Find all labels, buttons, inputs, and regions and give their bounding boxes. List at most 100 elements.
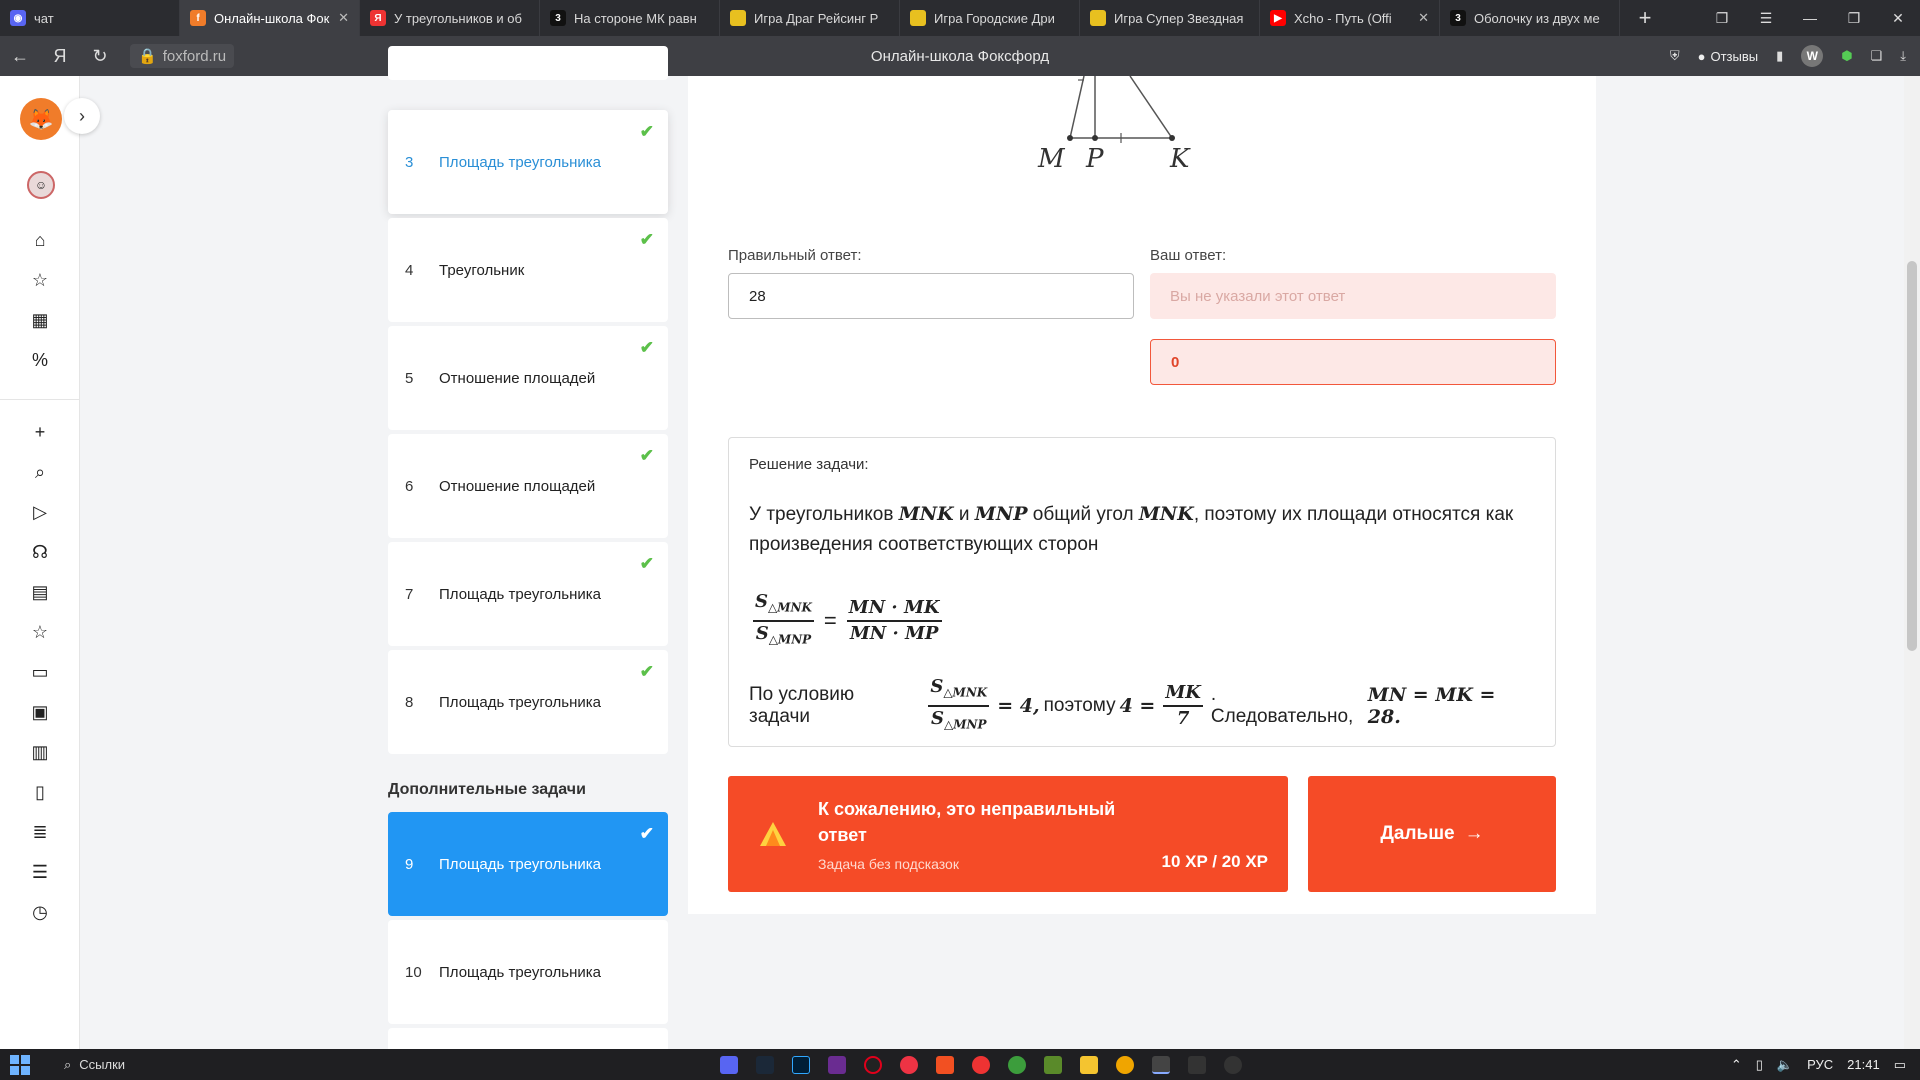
tab-yandex-search[interactable]: Я У треугольников и об [360,0,540,36]
math: △MNP [768,632,812,647]
minimize-icon[interactable]: — [1788,0,1832,36]
task-card-9[interactable]: 9 Площадь треугольника ✔ [388,812,668,916]
reviews-label: Отзывы [1710,48,1759,64]
task-card-5[interactable]: 5 Отношение площадей ✔ [388,326,668,430]
task-card-3[interactable]: 3 Площадь треугольника ✔ [388,110,668,214]
calendar-icon[interactable]: ▦ [27,307,53,333]
address-bar: ← Я ↻ 🔒 foxford.ru Онлайн-школа Фоксфорд… [0,36,1920,76]
tab-game-1[interactable]: Игра Драг Рейсинг Р [720,0,900,36]
discord-app-icon[interactable] [720,1055,738,1074]
close-tab-icon[interactable]: ✕ [1418,10,1429,26]
settings-app-icon[interactable] [1224,1055,1242,1074]
document-icon[interactable]: ≣ [27,819,53,845]
notebook-icon[interactable]: ▯ [27,779,53,805]
window-controls: ❐ ☰ — ❐ ✕ [1700,0,1920,36]
app-icon[interactable] [1008,1055,1026,1074]
math: MK [1163,681,1203,707]
reload-icon[interactable]: ↻ [80,36,120,76]
next-button[interactable]: Дальше → [1308,776,1556,892]
home-icon[interactable]: ⌂ [27,227,53,253]
app-icon[interactable] [936,1055,954,1074]
close-tab-icon[interactable]: ✕ [338,10,349,26]
opera-app-icon[interactable] [864,1055,882,1074]
game-icon [1090,10,1106,26]
tab-label: Xcho - Путь (Offi [1294,10,1392,26]
correct-answer-value: 28 [749,287,766,305]
bookmark-icon[interactable]: ▮ [1776,48,1783,64]
favorite-icon[interactable]: ☆ [27,619,53,645]
foxford-logo[interactable]: 🦊 [20,98,62,140]
math: 4 = [1119,694,1156,717]
yandex-browser-app-icon[interactable] [1152,1055,1170,1074]
back-icon[interactable]: ← [0,36,40,76]
task-card-8[interactable]: 8 Площадь треугольника ✔ [388,650,668,754]
tab-discord[interactable]: ◉ чат [0,0,180,36]
task-card-4[interactable]: 4 Треугольник ✔ [388,218,668,322]
clock[interactable]: 21:41 [1847,1057,1880,1072]
play-icon[interactable]: ▷ [27,499,53,525]
folder-app-icon[interactable] [1080,1055,1098,1074]
yandex-home-icon[interactable]: Я [40,36,80,76]
minecraft-app-icon[interactable] [1044,1055,1062,1074]
clock-icon[interactable]: ◷ [27,899,53,925]
battery-icon[interactable]: ▯ [1756,1057,1763,1073]
board-icon[interactable]: ▤ [27,579,53,605]
tab-foxford[interactable]: f Онлайн-школа Фок ✕ [180,0,360,36]
start-button[interactable] [0,1049,40,1080]
book-icon[interactable]: ▣ [27,699,53,725]
yandex-app-icon[interactable] [972,1055,990,1074]
reviews-button[interactable]: ● Отзывы [1698,49,1758,64]
scrollbar-thumb[interactable] [1907,261,1917,651]
your-answer-label: Ваш ответ: [1150,247,1227,264]
tab-game-3[interactable]: Игра Супер Звездная [1080,0,1260,36]
photoshop-app-icon[interactable] [792,1055,810,1074]
task-list: 3 Площадь треугольника ✔ 4 Треугольник ✔… [388,46,668,1058]
task-card-10[interactable]: 10 Площадь треугольника [388,920,668,1024]
plus-icon[interactable]: + [27,419,53,445]
taskbar-search[interactable]: ⌕ Ссылки [64,1057,125,1073]
task-card-partial[interactable] [388,46,668,80]
collections-icon[interactable]: ❏ [1871,48,1883,64]
result-banner: К сожалению, это неправильный ответ Зада… [728,776,1288,892]
maximize-icon[interactable]: ❐ [1832,0,1876,36]
area-ratio-formula: S△MNK S△MNP = MN · MK MN · MP [749,590,1535,651]
page-scrollbar[interactable] [1904,76,1920,1049]
game-app-icon[interactable] [828,1055,846,1074]
tab-game-2[interactable]: Игра Городские Дри [900,0,1080,36]
search-icon[interactable]: ⌕ [27,459,53,485]
download-icon[interactable]: ⤓ [1900,48,1906,64]
schedule-icon[interactable]: ▥ [27,739,53,765]
new-tab-button[interactable]: + [1630,3,1660,33]
language-indicator[interactable]: РУС [1807,1057,1833,1072]
protect-icon[interactable]: ⛨ [1670,48,1680,64]
app-icon[interactable] [1188,1055,1206,1074]
task-card-6[interactable]: 6 Отношение площадей ✔ [388,434,668,538]
close-window-icon[interactable]: ✕ [1876,0,1920,36]
menu-icon[interactable]: ☰ [1744,0,1788,36]
percent-icon[interactable]: % [27,347,53,373]
steam-app-icon[interactable] [756,1055,774,1074]
headphones-icon[interactable]: ☊ [27,539,53,565]
chevron-up-icon[interactable]: ⌃ [1731,1057,1742,1073]
url-field[interactable]: 🔒 foxford.ru [130,44,235,68]
list-icon[interactable]: ☰ [27,859,53,885]
task-number: 3 [405,153,414,171]
speaker-icon[interactable]: 🔈 [1777,1057,1793,1073]
task-card-7[interactable]: 7 Площадь треугольника ✔ [388,542,668,646]
shield-icon[interactable]: ⬢ [1841,48,1852,64]
tab-znanija-2[interactable]: 3 Оболочку из двух ме [1440,0,1620,36]
tab-youtube[interactable]: ▶ Xcho - Путь (Offi ✕ [1260,0,1440,36]
notifications-icon[interactable]: ▭ [1894,1057,1906,1073]
tab-list-icon[interactable]: ❐ [1700,0,1744,36]
star-icon[interactable]: ☆ [27,267,53,293]
avatar[interactable]: ☺ [27,171,55,199]
app-icon[interactable] [900,1055,918,1074]
text: и [953,504,975,525]
app-icon[interactable] [1116,1055,1134,1074]
tab-label: Онлайн-школа Фок [214,10,330,26]
expand-sidebar-button[interactable]: › [64,98,100,134]
extension-w-icon[interactable]: W [1801,45,1824,67]
app-sidebar: 🦊 › ☺ ⌂ ☆ ▦ % + ⌕ ▷ ☊ ▤ ☆ ▭ ▣ ▥ ▯ ≣ ☰ ◷ [0,76,100,1049]
shop-icon[interactable]: ▭ [27,659,53,685]
tab-znanija[interactable]: 3 На стороне МК равн [540,0,720,36]
